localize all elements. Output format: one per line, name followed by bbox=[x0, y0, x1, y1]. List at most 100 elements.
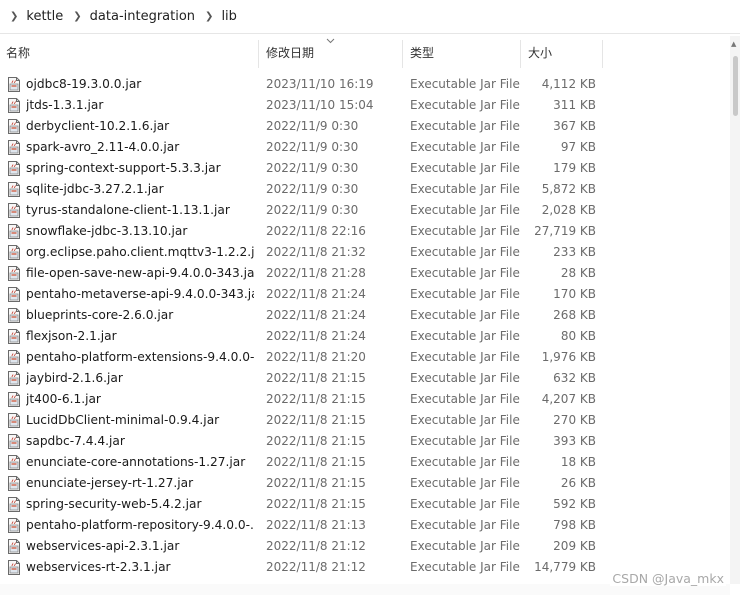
file-modified-date: 2022/11/8 21:15 bbox=[266, 476, 366, 490]
file-size: 798 KB bbox=[553, 518, 596, 532]
column-header-name[interactable]: 名称 bbox=[0, 36, 258, 70]
file-row[interactable]: derbyclient-10.2.1.6.jar 2022/11/9 0:30 Ex… bbox=[0, 116, 730, 137]
scroll-up-arrow-icon[interactable]: ▲ bbox=[731, 40, 736, 48]
file-modified-date: 2023/11/10 15:04 bbox=[266, 98, 374, 112]
file-name: enunciate-core-annotations-1.27.jar bbox=[26, 455, 246, 469]
jar-file-icon bbox=[8, 539, 20, 554]
file-modified-date: 2022/11/9 0:30 bbox=[266, 203, 359, 217]
file-type: Executable Jar File bbox=[410, 371, 520, 385]
column-divider[interactable] bbox=[602, 40, 603, 68]
file-row[interactable]: sqlite-jdbc-3.27.2.1.jar 2022/11/9 0:30 Ex… bbox=[0, 179, 730, 200]
file-size: 268 KB bbox=[553, 308, 596, 322]
file-name: enunciate-jersey-rt-1.27.jar bbox=[26, 476, 194, 490]
column-header-type[interactable]: 类型 bbox=[404, 36, 520, 70]
file-modified-date: 2023/11/10 16:19 bbox=[266, 77, 374, 91]
jar-file-icon bbox=[8, 224, 20, 239]
file-name: ojdbc8-19.3.0.0.jar bbox=[26, 77, 142, 91]
chevron-right-icon[interactable]: ❯ bbox=[10, 11, 18, 22]
file-modified-date: 2022/11/8 21:32 bbox=[266, 245, 366, 259]
breadcrumb-item-kettle[interactable]: kettle bbox=[26, 9, 63, 24]
file-name: snowflake-jdbc-3.13.10.jar bbox=[26, 224, 188, 238]
file-modified-date: 2022/11/8 21:13 bbox=[266, 518, 366, 532]
file-row[interactable]: spring-context-support-5.3.3.jar 2022/11/… bbox=[0, 158, 730, 179]
breadcrumb: ❯ kettle ❯ data-integration ❯ lib bbox=[0, 0, 740, 34]
file-row[interactable]: blueprints-core-2.6.0.jar 2022/11/8 21:24… bbox=[0, 305, 730, 326]
file-row[interactable]: spark-avro_2.11-4.0.0.jar 2022/11/9 0:30 E… bbox=[0, 137, 730, 158]
vertical-scrollbar[interactable] bbox=[730, 36, 740, 584]
file-row[interactable]: jt400-6.1.jar 2022/11/8 21:15 Executable J… bbox=[0, 389, 730, 410]
file-size: 270 KB bbox=[553, 413, 596, 427]
file-row[interactable]: jaybird-2.1.6.jar 2022/11/8 21:15 Executab… bbox=[0, 368, 730, 389]
file-modified-date: 2022/11/9 0:30 bbox=[266, 140, 359, 154]
file-name: webservices-api-2.3.1.jar bbox=[26, 539, 180, 553]
file-row[interactable]: file-open-save-new-api-9.4.0.0-343.jar 20… bbox=[0, 263, 730, 284]
file-row[interactable]: enunciate-jersey-rt-1.27.jar 2022/11/8 21… bbox=[0, 473, 730, 494]
file-row[interactable]: pentaho-platform-repository-9.4.0.0-... 2… bbox=[0, 515, 730, 536]
file-type: Executable Jar File bbox=[410, 98, 520, 112]
column-header-size[interactable]: 大小 bbox=[522, 36, 602, 70]
file-type: Executable Jar File bbox=[410, 329, 520, 343]
file-size: 209 KB bbox=[553, 539, 596, 553]
file-row[interactable]: jtds-1.3.1.jar 2023/11/10 15:04 Executable… bbox=[0, 95, 730, 116]
file-row[interactable]: tyrus-standalone-client-1.13.1.jar 2022/1… bbox=[0, 200, 730, 221]
file-modified-date: 2022/11/8 21:15 bbox=[266, 434, 366, 448]
file-name: flexjson-2.1.jar bbox=[26, 329, 117, 343]
sort-descending-icon bbox=[326, 38, 335, 44]
file-name: pentaho-platform-repository-9.4.0.0-... bbox=[26, 518, 254, 532]
file-size: 393 KB bbox=[553, 434, 596, 448]
file-size: 2,028 KB bbox=[541, 203, 596, 217]
file-row[interactable]: webservices-api-2.3.1.jar 2022/11/8 21:12… bbox=[0, 536, 730, 557]
column-divider[interactable] bbox=[520, 40, 521, 68]
file-size: 26 KB bbox=[560, 476, 596, 490]
file-row[interactable]: LucidDbClient-minimal-0.9.4.jar 2022/11/8… bbox=[0, 410, 730, 431]
file-row[interactable]: pentaho-platform-extensions-9.4.0.0-... 2… bbox=[0, 347, 730, 368]
jar-file-icon bbox=[8, 434, 20, 449]
chevron-right-icon[interactable]: ❯ bbox=[73, 11, 81, 22]
file-row[interactable]: ojdbc8-19.3.0.0.jar 2023/11/10 16:19 Execu… bbox=[0, 74, 730, 95]
file-type: Executable Jar File bbox=[410, 266, 520, 280]
jar-file-icon bbox=[8, 77, 20, 92]
file-type: Executable Jar File bbox=[410, 308, 520, 322]
file-type: Executable Jar File bbox=[410, 518, 520, 532]
file-size: 27,719 KB bbox=[534, 224, 596, 238]
file-row[interactable]: pentaho-metaverse-api-9.4.0.0-343.jar 202… bbox=[0, 284, 730, 305]
file-row[interactable]: org.eclipse.paho.client.mqttv3-1.2.2.jar… bbox=[0, 242, 730, 263]
jar-file-icon bbox=[8, 455, 20, 470]
file-size: 28 KB bbox=[560, 266, 596, 280]
breadcrumb-item-data-integration[interactable]: data-integration bbox=[90, 9, 195, 24]
file-name: jtds-1.3.1.jar bbox=[26, 98, 104, 112]
file-size: 97 KB bbox=[560, 140, 596, 154]
file-type: Executable Jar File bbox=[410, 497, 520, 511]
jar-file-icon bbox=[8, 497, 20, 512]
chevron-right-icon[interactable]: ❯ bbox=[205, 11, 213, 22]
jar-file-icon bbox=[8, 182, 20, 197]
file-type: Executable Jar File bbox=[410, 119, 520, 133]
jar-file-icon bbox=[8, 350, 20, 365]
column-divider[interactable] bbox=[402, 40, 403, 68]
file-name: derbyclient-10.2.1.6.jar bbox=[26, 119, 170, 133]
jar-file-icon bbox=[8, 161, 20, 176]
column-header-row: 名称 修改日期 类型 大小 bbox=[0, 36, 740, 70]
file-row[interactable]: flexjson-2.1.jar 2022/11/8 21:24 Executabl… bbox=[0, 326, 730, 347]
file-row[interactable]: snowflake-jdbc-3.13.10.jar 2022/11/8 22:1… bbox=[0, 221, 730, 242]
scrollbar-thumb[interactable] bbox=[733, 56, 738, 116]
file-name: org.eclipse.paho.client.mqttv3-1.2.2.jar bbox=[26, 245, 254, 259]
breadcrumb-item-lib[interactable]: lib bbox=[221, 9, 236, 24]
file-name: tyrus-standalone-client-1.13.1.jar bbox=[26, 203, 230, 217]
file-type: Executable Jar File bbox=[410, 245, 520, 259]
file-modified-date: 2022/11/8 21:20 bbox=[266, 350, 366, 364]
file-name: file-open-save-new-api-9.4.0.0-343.jar bbox=[26, 266, 254, 280]
file-row[interactable]: spring-security-web-5.4.2.jar 2022/11/8 2… bbox=[0, 494, 730, 515]
file-modified-date: 2022/11/8 21:15 bbox=[266, 392, 366, 406]
jar-file-icon bbox=[8, 560, 20, 575]
file-row[interactable]: sapdbc-7.4.4.jar 2022/11/8 21:15 Executabl… bbox=[0, 431, 730, 452]
file-type: Executable Jar File bbox=[410, 182, 520, 196]
file-type: Executable Jar File bbox=[410, 77, 520, 91]
column-divider[interactable] bbox=[258, 40, 259, 68]
file-name: spring-security-web-5.4.2.jar bbox=[26, 497, 202, 511]
file-row[interactable]: enunciate-core-annotations-1.27.jar 2022/… bbox=[0, 452, 730, 473]
file-name: spark-avro_2.11-4.0.0.jar bbox=[26, 140, 180, 154]
file-size: 4,207 KB bbox=[541, 392, 596, 406]
file-type: Executable Jar File bbox=[410, 203, 520, 217]
jar-file-icon bbox=[8, 140, 20, 155]
